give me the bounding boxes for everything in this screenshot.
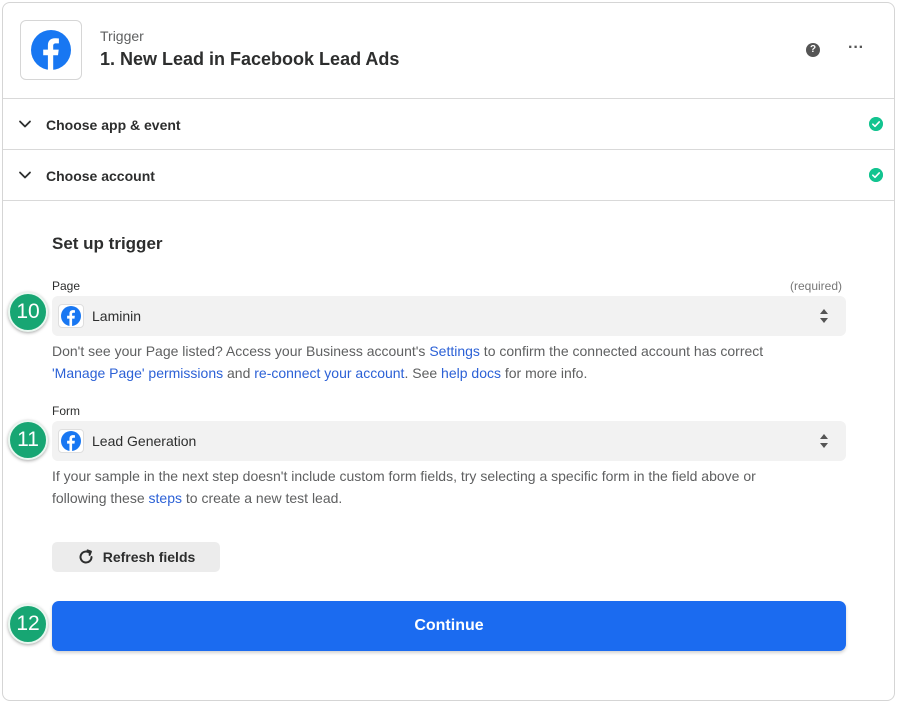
check-circle-icon [869, 168, 883, 182]
page-field-label: Page [52, 279, 81, 293]
page-select-value: Laminin [92, 308, 142, 324]
refresh-icon [79, 549, 93, 564]
chevron-down-icon [19, 120, 31, 128]
check-circle-icon [869, 117, 883, 131]
step-bubble-12: 12 [8, 604, 48, 644]
help-text-segment: Don't see your Page listed? Access your … [52, 343, 430, 359]
facebook-icon-tile [58, 429, 84, 453]
step-bubble-10: 10 [8, 292, 48, 332]
step-header: Trigger 1. New Lead in Facebook Lead Ads… [3, 3, 894, 99]
step-bubble-11: 11 [8, 420, 48, 460]
chevron-down-icon [19, 171, 31, 179]
help-icon[interactable]: ? [806, 43, 820, 57]
help-text-segment: to create a new test lead. [181, 490, 343, 506]
help-docs-link[interactable]: help docs [441, 365, 501, 381]
form-select-value: Lead Generation [92, 433, 197, 449]
step-type-label: Trigger [100, 28, 144, 44]
facebook-icon [31, 30, 71, 70]
refresh-fields-label: Refresh fields [102, 549, 196, 565]
section-choose-app-event[interactable]: Choose app & event [3, 100, 894, 150]
facebook-icon [61, 431, 81, 451]
settings-link[interactable]: Settings [429, 343, 480, 359]
step-title: 1. New Lead in Facebook Lead Ads [100, 49, 400, 69]
more-options-icon[interactable]: ··· [848, 39, 864, 57]
help-text-segment: and [223, 365, 255, 381]
page-select[interactable]: Laminin [52, 296, 846, 336]
refresh-fields-button[interactable]: Refresh fields [52, 542, 220, 572]
help-text-segment: for more info. [500, 365, 588, 381]
help-text-segment: to confirm the connected account has cor… [479, 343, 764, 359]
sort-arrows-icon [820, 309, 828, 323]
reconnect-account-link[interactable]: re-connect your account [254, 365, 404, 381]
setup-trigger-heading: Set up trigger [52, 234, 163, 253]
page-help-text: Don't see your Page listed? Access your … [52, 340, 852, 384]
form-select[interactable]: Lead Generation [52, 421, 846, 461]
facebook-icon-tile [58, 304, 84, 328]
facebook-icon [61, 306, 81, 326]
form-field-label: Form [52, 404, 80, 418]
help-text-segment: . See [404, 365, 442, 381]
steps-link[interactable]: steps [149, 490, 182, 506]
form-help-text: If your sample in the next step doesn't … [52, 465, 812, 509]
continue-button[interactable]: Continue [52, 601, 846, 651]
section-choose-account[interactable]: Choose account [3, 151, 894, 201]
section-label: Choose account [46, 168, 155, 184]
app-icon-tile [20, 20, 82, 80]
manage-page-permissions-link[interactable]: 'Manage Page' permissions [52, 365, 223, 381]
section-label: Choose app & event [46, 117, 181, 133]
required-indicator: (required) [790, 279, 843, 293]
trigger-panel: Trigger 1. New Lead in Facebook Lead Ads… [2, 2, 895, 701]
sort-arrows-icon [820, 434, 828, 448]
